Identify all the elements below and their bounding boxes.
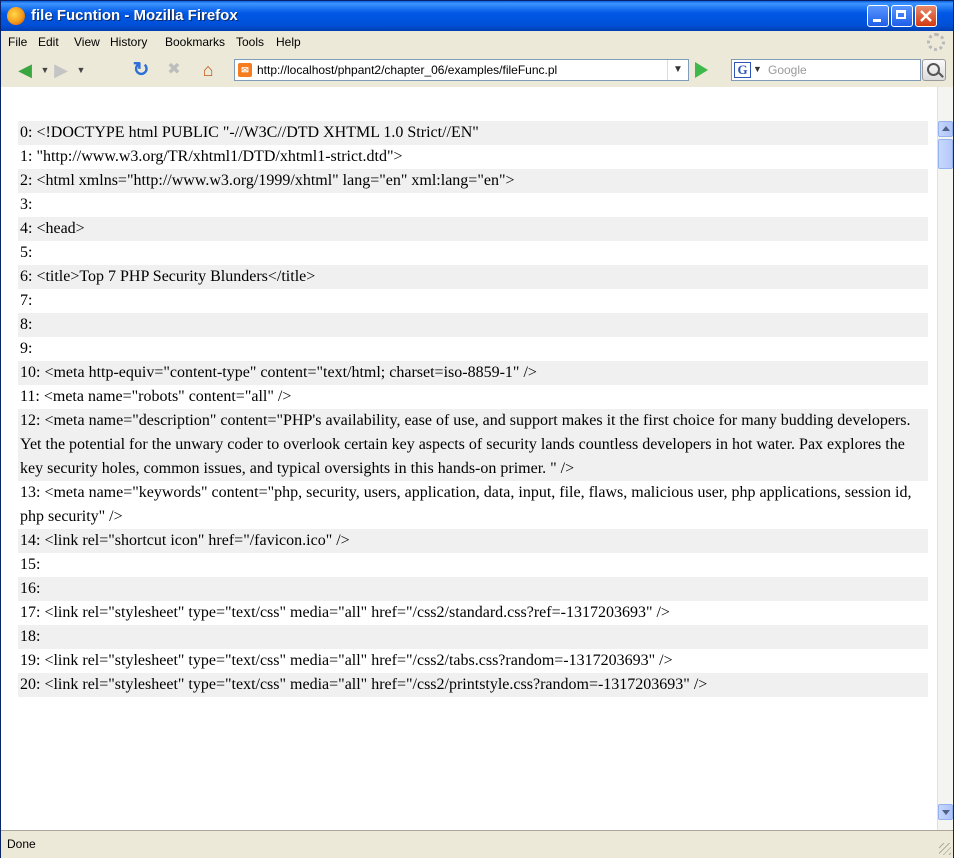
menu-file[interactable]: File <box>8 35 27 49</box>
stop-icon[interactable]: ✖ <box>164 60 184 80</box>
source-line: 17: <link rel="stylesheet" type="text/cs… <box>20 604 670 621</box>
source-line: 14: <link rel="shortcut icon" href="/fav… <box>18 529 928 553</box>
vertical-scrollbar[interactable] <box>937 87 953 830</box>
page-content: 0: <!DOCTYPE html PUBLIC "-//W3C//DTD XH… <box>1 121 937 830</box>
site-favicon-icon: ✉ <box>238 63 252 77</box>
source-line: 5: <box>20 244 33 261</box>
source-line: 4: <head> <box>18 217 928 241</box>
throbber-icon <box>927 33 945 51</box>
url-text: http://localhost/phpant2/chapter_06/exam… <box>257 63 558 77</box>
source-line: 13: <meta name="keywords" content="php, … <box>20 484 912 525</box>
source-line: 9: <box>20 340 33 357</box>
source-line: 0: <!DOCTYPE html PUBLIC "-//W3C//DTD XH… <box>18 121 928 145</box>
source-line: 6: <title>Top 7 PHP Security Blunders</t… <box>18 265 928 289</box>
status-bar: Done <box>1 830 953 858</box>
scroll-up-arrow-icon[interactable] <box>938 121 953 137</box>
search-box[interactable]: G ▼ Google <box>731 59 921 81</box>
source-line: 3: <box>20 196 33 213</box>
search-icon[interactable] <box>922 59 946 81</box>
menu-bar: File Edit View History Bookmarks Tools H… <box>1 31 953 53</box>
source-line: 18: <box>18 625 928 649</box>
browser-window: file Fucntion - Mozilla Firefox File Edi… <box>0 0 954 858</box>
menu-bookmarks[interactable]: Bookmarks <box>165 35 225 49</box>
home-icon[interactable]: ⌂ <box>198 60 218 80</box>
url-dropdown-icon[interactable]: ▼ <box>667 60 688 80</box>
source-line: 2: <html xmlns="http://www.w3.org/1999/x… <box>18 169 928 193</box>
navigation-toolbar: ◀ ▼ ▶ ▼ ↻ ✖ ⌂ ✉ http://localhost/phpant2… <box>1 53 953 88</box>
scroll-down-arrow-icon[interactable] <box>938 804 953 820</box>
close-button[interactable] <box>915 5 937 27</box>
source-line: 15: <box>20 556 41 573</box>
menu-tools[interactable]: Tools <box>236 35 264 49</box>
reload-icon[interactable]: ↻ <box>131 60 151 80</box>
title-bar[interactable]: file Fucntion - Mozilla Firefox <box>1 1 953 31</box>
search-engine-icon[interactable]: G <box>734 62 751 78</box>
source-line: 20: <link rel="stylesheet" type="text/cs… <box>18 673 928 697</box>
source-line: 1: "http://www.w3.org/TR/xhtml1/DTD/xhtm… <box>20 148 403 165</box>
menu-edit[interactable]: Edit <box>38 35 59 49</box>
menu-history[interactable]: History <box>110 35 147 49</box>
source-line: 11: <meta name="robots" content="all" /> <box>20 388 292 405</box>
search-engine-dropdown-icon[interactable]: ▼ <box>753 64 762 74</box>
forward-icon[interactable]: ▶ <box>51 60 71 80</box>
menu-view[interactable]: View <box>74 35 100 49</box>
forward-history-icon[interactable]: ▼ <box>71 60 91 80</box>
minimize-button[interactable] <box>867 5 889 27</box>
go-icon[interactable] <box>695 62 708 78</box>
back-icon[interactable]: ◀ <box>15 60 35 80</box>
source-line: 19: <link rel="stylesheet" type="text/cs… <box>20 652 673 669</box>
firefox-icon <box>7 7 25 25</box>
status-text: Done <box>7 837 36 851</box>
close-icon <box>920 10 932 22</box>
maximize-button[interactable] <box>891 5 913 27</box>
source-line: 7: <box>20 292 33 309</box>
url-bar[interactable]: ✉ http://localhost/phpant2/chapter_06/ex… <box>234 59 689 81</box>
search-placeholder: Google <box>768 63 807 77</box>
resize-grip-icon[interactable] <box>939 843 951 855</box>
window-title: file Fucntion - Mozilla Firefox <box>31 7 238 24</box>
menu-help[interactable]: Help <box>276 35 301 49</box>
scroll-thumb[interactable] <box>938 139 953 169</box>
source-line: 10: <meta http-equiv="content-type" cont… <box>18 361 928 385</box>
source-line: 16: <box>18 577 928 601</box>
source-line: 12: <meta name="description" content="PH… <box>18 409 928 481</box>
source-line: 8: <box>18 313 928 337</box>
